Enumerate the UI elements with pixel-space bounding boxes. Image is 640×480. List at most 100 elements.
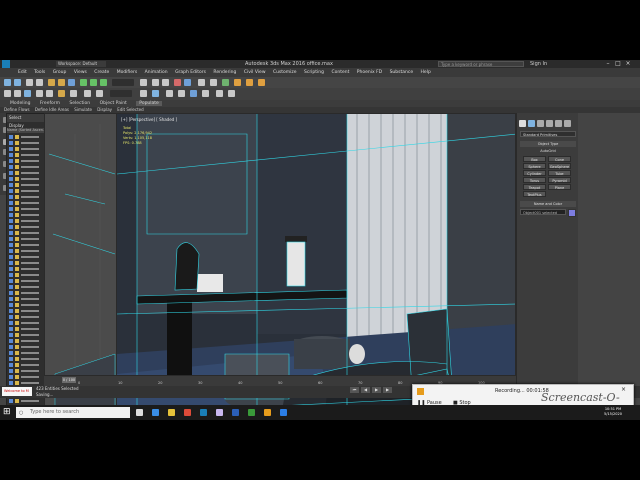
angle-snap-icon[interactable]: [162, 79, 169, 86]
move-icon[interactable]: [80, 79, 87, 86]
scene-object-row[interactable]: [8, 350, 44, 356]
visibility-icon[interactable]: [9, 207, 13, 211]
textplus-button[interactable]: TextPlus: [523, 191, 546, 197]
tab-selection[interactable]: Selection: [69, 101, 90, 106]
define-flows-button[interactable]: Define Flows: [4, 107, 30, 112]
visibility-icon[interactable]: [9, 201, 13, 205]
visibility-icon[interactable]: [9, 231, 13, 235]
side-viewport[interactable]: [44, 113, 118, 420]
scene-object-row[interactable]: [8, 296, 44, 302]
close-icon[interactable]: ×: [624, 61, 632, 67]
edge-icon[interactable]: [152, 409, 159, 416]
menu-item-rendering[interactable]: Rendering: [213, 70, 236, 75]
render-frame-icon[interactable]: [246, 79, 253, 86]
scene-object-row[interactable]: [8, 266, 44, 272]
scene-object-row[interactable]: [8, 368, 44, 374]
tool-icon-2[interactable]: [14, 90, 21, 97]
tool-icon-1[interactable]: [4, 90, 11, 97]
primitive-type-dropdown[interactable]: Standard Primitives: [520, 131, 576, 137]
maxscript-listener[interactable]: Welcome to M: [2, 387, 32, 396]
tool-icon-14[interactable]: [190, 90, 197, 97]
visibility-icon[interactable]: [9, 339, 13, 343]
taskbar-search[interactable]: Type here to search: [16, 407, 130, 418]
visibility-icon[interactable]: [9, 261, 13, 265]
tool-icon-11[interactable]: [152, 90, 159, 97]
visibility-icon[interactable]: [9, 321, 13, 325]
redo-icon[interactable]: [14, 79, 21, 86]
motion-tab-icon[interactable]: [546, 120, 553, 127]
visibility-icon[interactable]: [9, 171, 13, 175]
menu-item-help[interactable]: Help: [421, 70, 431, 75]
menu-item-substance[interactable]: Substance: [390, 70, 414, 75]
menu-item-tools[interactable]: Tools: [34, 70, 45, 75]
scene-object-row[interactable]: [8, 230, 44, 236]
visibility-icon[interactable]: [9, 357, 13, 361]
scene-object-row[interactable]: [8, 164, 44, 170]
reference-coordinate-dropdown[interactable]: [112, 79, 134, 86]
tool-icon-17[interactable]: [228, 90, 235, 97]
app-icon[interactable]: [216, 409, 223, 416]
scene-object-row[interactable]: [8, 302, 44, 308]
name-and-color-section[interactable]: Name and Color: [520, 201, 576, 207]
visibility-icon[interactable]: [9, 399, 13, 403]
create-tab-icon[interactable]: [519, 120, 526, 127]
store-icon[interactable]: [280, 409, 287, 416]
windows-start-icon[interactable]: ⊞: [3, 408, 12, 417]
previous-frame-icon[interactable]: ◀: [361, 387, 370, 393]
visibility-icon[interactable]: [9, 303, 13, 307]
menu-item-phoenix[interactable]: Phoenix FD: [357, 70, 382, 75]
render-setup-icon[interactable]: [234, 79, 241, 86]
visibility-icon[interactable]: [9, 345, 13, 349]
menu-item-animation[interactable]: Animation: [145, 70, 168, 75]
play-icon[interactable]: ▶: [372, 387, 381, 393]
menu-item-views[interactable]: Views: [74, 70, 87, 75]
object-name-field[interactable]: Object001 selected: [520, 209, 566, 215]
unlink-icon[interactable]: [36, 79, 43, 86]
word-icon[interactable]: [232, 409, 239, 416]
tool-icon-12[interactable]: [166, 90, 173, 97]
simulate-button[interactable]: Simulate: [74, 107, 92, 112]
scene-object-row[interactable]: [8, 290, 44, 296]
box-button[interactable]: Box: [523, 156, 546, 162]
value-field[interactable]: [110, 90, 132, 97]
menu-item-group[interactable]: Group: [53, 70, 67, 75]
render-icon[interactable]: [258, 79, 265, 86]
visibility-icon[interactable]: [9, 225, 13, 229]
scene-object-row[interactable]: [8, 254, 44, 260]
hierarchy-tab-icon[interactable]: [537, 120, 544, 127]
align-icon[interactable]: [184, 79, 191, 86]
menu-item-create[interactable]: Create: [94, 70, 109, 75]
visibility-icon[interactable]: [9, 285, 13, 289]
tool-icon-9[interactable]: [96, 90, 103, 97]
scene-object-row[interactable]: [8, 362, 44, 368]
scene-object-row[interactable]: [8, 176, 44, 182]
rotate-icon[interactable]: [90, 79, 97, 86]
snap-icon[interactable]: [152, 79, 159, 86]
app-logo-icon[interactable]: [2, 60, 10, 68]
rectangular-selection-icon[interactable]: [68, 79, 75, 86]
tab-modeling[interactable]: Modeling: [10, 101, 30, 106]
visibility-icon[interactable]: [9, 219, 13, 223]
menu-item-scripting[interactable]: Scripting: [304, 70, 324, 75]
recorder-taskbar-icon[interactable]: [264, 409, 271, 416]
visibility-icon[interactable]: [9, 297, 13, 301]
scene-object-row[interactable]: [8, 356, 44, 362]
menu-item-content[interactable]: Content: [331, 70, 349, 75]
tab-object-paint[interactable]: Object Paint: [100, 101, 127, 106]
sign-in-link[interactable]: Sign In: [530, 60, 547, 68]
scene-object-row[interactable]: [8, 134, 44, 140]
plane-button[interactable]: Plane: [548, 184, 571, 190]
scene-object-row[interactable]: [8, 212, 44, 218]
scene-object-row[interactable]: [8, 344, 44, 350]
tab-freeform[interactable]: Freeform: [40, 101, 60, 106]
visibility-icon[interactable]: [9, 351, 13, 355]
visibility-icon[interactable]: [9, 375, 13, 379]
task-view-icon[interactable]: [136, 409, 143, 416]
visibility-icon[interactable]: [9, 249, 13, 253]
tool-icon-7[interactable]: [70, 90, 77, 97]
sphere-button[interactable]: Sphere: [523, 163, 546, 169]
tube-button[interactable]: Tube: [548, 170, 571, 176]
object-color-swatch[interactable]: [568, 209, 576, 217]
visibility-icon[interactable]: [9, 135, 13, 139]
autogrid-checkbox[interactable]: AutoGrid: [531, 149, 565, 154]
